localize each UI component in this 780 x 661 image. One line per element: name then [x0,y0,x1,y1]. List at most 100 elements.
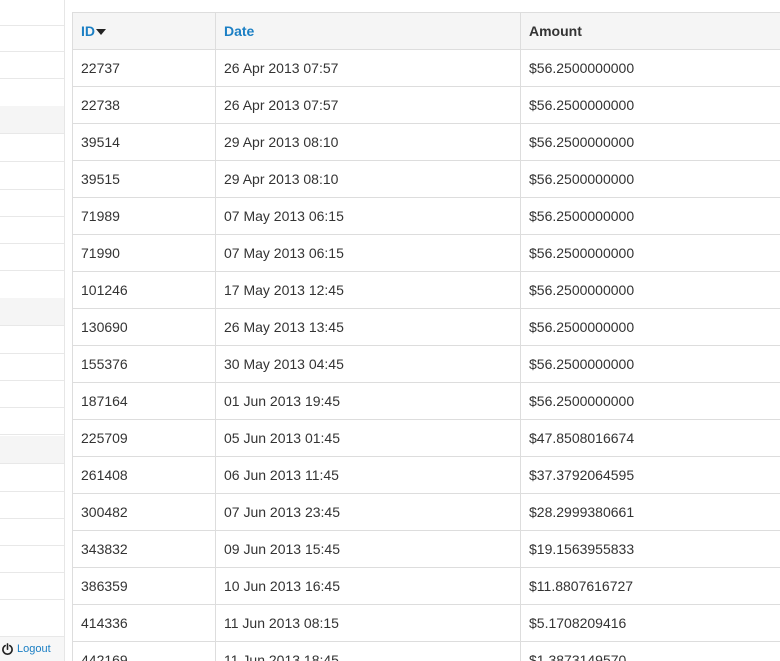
cell-amount: $56.2500000000 [520,86,780,124]
cell-id: 187164 [72,382,216,420]
cell-date: 07 Jun 2013 23:45 [215,493,521,531]
table-row[interactable]: 155376 30 May 2013 04:45 $56.2500000000 [72,345,780,383]
cell-id: 22737 [72,49,216,87]
table-row[interactable]: 187164 01 Jun 2013 19:45 $56.2500000000 [72,382,780,420]
sidebar-row[interactable] [0,326,64,354]
table-row[interactable]: 22738 26 Apr 2013 07:57 $56.2500000000 [72,86,780,124]
cell-amount: $56.2500000000 [520,345,780,383]
cell-id: 225709 [72,419,216,457]
sidebar-row[interactable] [0,408,64,435]
page: Logout ID Date Amount 22737 26 Apr 2013 … [0,0,780,661]
cell-date: 01 Jun 2013 19:45 [215,382,521,420]
cell-date: 26 Apr 2013 07:57 [215,86,521,124]
cell-amount: $56.2500000000 [520,123,780,161]
table-row[interactable]: 386359 10 Jun 2013 16:45 $11.8807616727 [72,567,780,605]
transactions-table-container: ID Date Amount 22737 26 Apr 2013 07:57 $56… [72,12,780,661]
cell-date: 11 Jun 2013 08:15 [215,604,521,642]
cell-id: 39515 [72,160,216,198]
cell-id: 155376 [72,345,216,383]
cell-amount: $56.2500000000 [520,49,780,87]
power-icon [1,642,14,656]
cell-id: 343832 [72,530,216,568]
sidebar: Logout [0,0,64,661]
cell-date: 17 May 2013 12:45 [215,271,521,309]
sidebar-row[interactable] [0,244,64,271]
cell-id: 71989 [72,197,216,235]
cell-date: 07 May 2013 06:15 [215,234,521,272]
table-row[interactable]: 343832 09 Jun 2013 15:45 $19.1563955833 [72,530,780,568]
table-row[interactable]: 101246 17 May 2013 12:45 $56.2500000000 [72,271,780,309]
table-row[interactable]: 300482 07 Jun 2013 23:45 $28.2999380661 [72,493,780,531]
sidebar-row[interactable] [0,190,64,217]
cell-date: 10 Jun 2013 16:45 [215,567,521,605]
table-row[interactable]: 22737 26 Apr 2013 07:57 $56.2500000000 [72,49,780,87]
column-header-amount: Amount [520,12,780,50]
sidebar-row[interactable] [0,0,64,26]
cell-id: 39514 [72,123,216,161]
sidebar-row[interactable] [0,492,64,519]
cell-date: 05 Jun 2013 01:45 [215,419,521,457]
cell-date: 11 Jun 2013 18:45 [215,641,521,661]
sidebar-row[interactable] [0,26,64,52]
cell-amount: $56.2500000000 [520,271,780,309]
table-row[interactable]: 71990 07 May 2013 06:15 $56.2500000000 [72,234,780,272]
table-row[interactable]: 414336 11 Jun 2013 08:15 $5.1708209416 [72,604,780,642]
cell-amount: $56.2500000000 [520,308,780,346]
cell-date: 29 Apr 2013 08:10 [215,123,521,161]
sidebar-row[interactable] [0,354,64,381]
id-header-label[interactable]: ID [81,23,95,39]
table-row[interactable]: 225709 05 Jun 2013 01:45 $47.8508016674 [72,419,780,457]
cell-id: 414336 [72,604,216,642]
cell-amount: $19.1563955833 [520,530,780,568]
logout-button[interactable]: Logout [0,636,64,661]
cell-id: 442169 [72,641,216,661]
cell-id: 71990 [72,234,216,272]
cell-amount: $1.3873149570 [520,641,780,661]
table-row[interactable]: 39515 29 Apr 2013 08:10 $56.2500000000 [72,160,780,198]
cell-amount: $11.8807616727 [520,567,780,605]
sidebar-row[interactable] [0,464,64,492]
cell-amount: $56.2500000000 [520,234,780,272]
sidebar-row[interactable] [0,519,64,546]
cell-amount: $56.2500000000 [520,160,780,198]
column-header-date[interactable]: Date [215,12,521,50]
sidebar-section-header [0,436,64,464]
sidebar-section-header [0,298,64,326]
cell-id: 386359 [72,567,216,605]
sidebar-row[interactable] [0,162,64,190]
table-header-row: ID Date Amount [72,12,780,50]
sidebar-row[interactable] [0,217,64,244]
cell-id: 261408 [72,456,216,494]
table-body: 22737 26 Apr 2013 07:57 $56.2500000000 2273… [72,49,780,661]
cell-amount: $56.2500000000 [520,382,780,420]
cell-date: 30 May 2013 04:45 [215,345,521,383]
cell-date: 26 May 2013 13:45 [215,308,521,346]
sidebar-row[interactable] [0,381,64,408]
cell-date: 06 Jun 2013 11:45 [215,456,521,494]
cell-date: 09 Jun 2013 15:45 [215,530,521,568]
cell-id: 22738 [72,86,216,124]
transactions-table: ID Date Amount 22737 26 Apr 2013 07:57 $56… [72,12,780,661]
cell-id: 300482 [72,493,216,531]
column-header-id[interactable]: ID [72,12,216,50]
table-row[interactable]: 261408 06 Jun 2013 11:45 $37.3792064595 [72,456,780,494]
sort-caret-down-icon[interactable] [96,29,106,36]
date-header-label[interactable]: Date [224,23,254,39]
table-row[interactable]: 442169 11 Jun 2013 18:45 $1.3873149570 [72,641,780,661]
cell-date: 26 Apr 2013 07:57 [215,49,521,87]
table-row[interactable]: 39514 29 Apr 2013 08:10 $56.2500000000 [72,123,780,161]
cell-date: 07 May 2013 06:15 [215,197,521,235]
sidebar-section-header [0,106,64,134]
cell-id: 101246 [72,271,216,309]
cell-amount: $5.1708209416 [520,604,780,642]
sidebar-row[interactable] [0,134,64,162]
sidebar-row[interactable] [0,573,64,600]
cell-id: 130690 [72,308,216,346]
sidebar-row[interactable] [0,52,64,79]
cell-amount: $37.3792064595 [520,456,780,494]
sidebar-row[interactable] [0,546,64,573]
cell-amount: $56.2500000000 [520,197,780,235]
table-row[interactable]: 71989 07 May 2013 06:15 $56.2500000000 [72,197,780,235]
table-row[interactable]: 130690 26 May 2013 13:45 $56.2500000000 [72,308,780,346]
cell-amount: $28.2999380661 [520,493,780,531]
